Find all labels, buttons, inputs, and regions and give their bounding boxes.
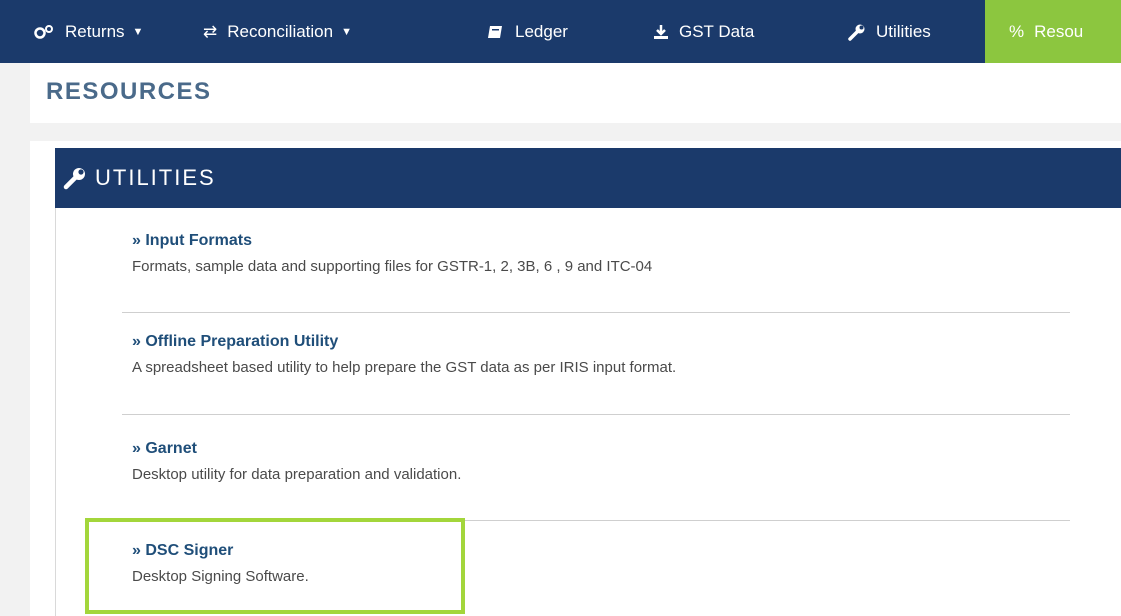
nav-resources[interactable]: % Resou [985, 0, 1121, 63]
garnet-link[interactable]: » Garnet [132, 440, 1067, 458]
garnet-description: Desktop utility for data preparation and… [132, 466, 462, 483]
input-formats-description: Formats, sample data and supporting file… [132, 258, 653, 275]
nav-reconciliation-label: Reconciliation [227, 21, 334, 41]
nav-resources-label: Resou [1034, 21, 1084, 41]
left-gutter [0, 63, 30, 616]
chevron-down-icon: ▼ [132, 25, 144, 38]
nav-utilities[interactable]: Utilities [848, 0, 931, 63]
divider [122, 312, 1070, 313]
list-item-input-formats: » Input Formats Formats, sample data and… [132, 232, 1067, 275]
nav-utilities-label: Utilities [876, 21, 931, 41]
input-formats-link[interactable]: » Input Formats [132, 232, 1067, 250]
top-navigation-bar: Returns ▼ ⇄ Reconciliation ▼ Ledger GST … [0, 0, 1121, 63]
chevron-down-icon: ▼ [341, 25, 352, 38]
nav-returns-label: Returns [65, 21, 125, 41]
dsc-signer-link[interactable]: » DSC Signer [132, 542, 1067, 560]
page-title: RESOURCES [46, 78, 212, 105]
offline-preparation-utility-link[interactable]: » Offline Preparation Utility [132, 333, 1067, 351]
section-title: UTILITIES [95, 165, 216, 190]
nav-reconciliation[interactable]: ⇄ Reconciliation ▼ [203, 0, 352, 63]
download-icon [653, 24, 669, 40]
wrench-icon [848, 23, 866, 41]
dsc-signer-description: Desktop Signing Software. [132, 568, 309, 585]
wrench-icon [63, 166, 87, 190]
nav-ledger-label: Ledger [515, 21, 568, 41]
list-item-dsc-signer: » DSC Signer Desktop Signing Software. [132, 542, 1067, 585]
gears-icon [33, 24, 55, 40]
heading-separator [30, 123, 1121, 141]
swap-icon: ⇄ [203, 21, 218, 41]
list-item-garnet: » Garnet Desktop utility for data prepar… [132, 440, 1067, 483]
percent-icon: % [1009, 21, 1025, 41]
divider [122, 414, 1070, 415]
nav-returns[interactable]: Returns ▼ [33, 0, 143, 63]
nav-gst-data-label: GST Data [679, 21, 755, 41]
utilities-panel-header: UTILITIES [55, 148, 1121, 208]
offline-preparation-utility-description: A spreadsheet based utility to help prep… [132, 359, 677, 376]
nav-gst-data[interactable]: GST Data [653, 0, 754, 63]
list-item-offline-preparation-utility: » Offline Preparation Utility A spreadsh… [132, 333, 1067, 376]
nav-ledger[interactable]: Ledger [487, 0, 568, 63]
book-icon [487, 24, 505, 40]
